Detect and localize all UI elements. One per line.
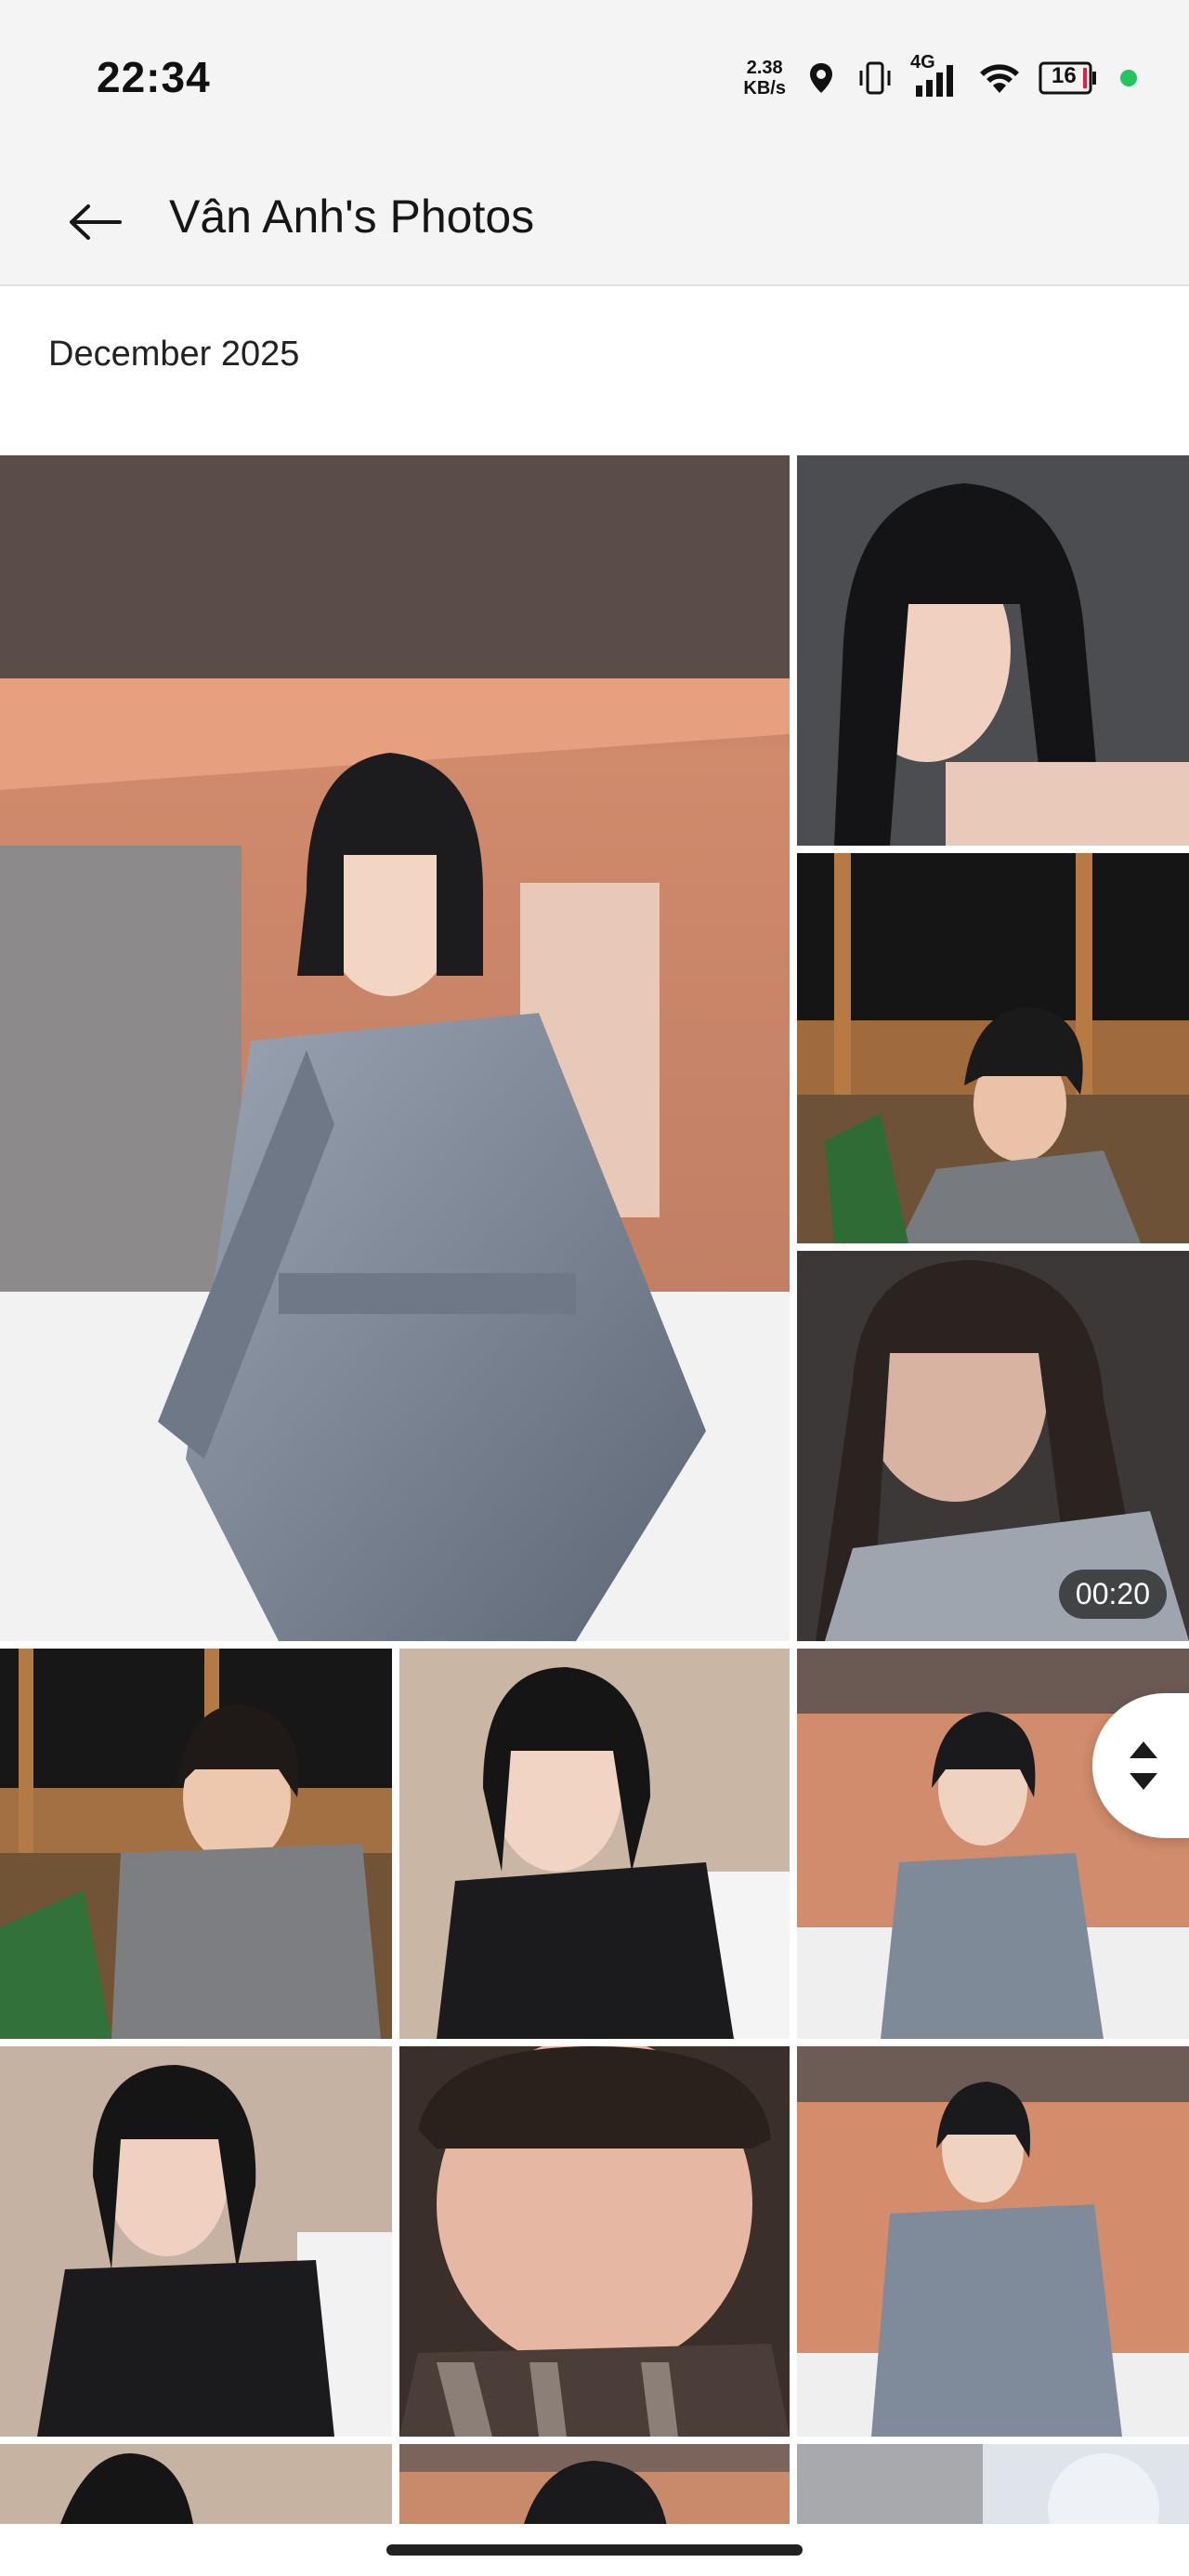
photo-thumbnail[interactable] [0, 455, 790, 1641]
photo-thumbnail[interactable] [797, 455, 1189, 846]
photo-thumbnail[interactable] [399, 2046, 790, 2437]
back-button[interactable] [56, 182, 136, 262]
status-time: 22:34 [97, 53, 211, 101]
video-thumbnail[interactable]: 00:20 [797, 1251, 1189, 1641]
photo-thumbnail[interactable] [797, 2046, 1189, 2437]
video-duration-badge: 00:20 [1058, 1570, 1167, 1619]
photo-thumbnail[interactable] [797, 2444, 1189, 2537]
arrow-left-icon [70, 204, 122, 240]
wifi-icon [977, 58, 1022, 99]
photo-thumbnail[interactable] [0, 2444, 392, 2537]
photo-thumbnail[interactable] [399, 1649, 790, 2039]
battery-icon: 16 [1039, 58, 1098, 99]
status-bar: 22:34 2.38 KB/s 4G 16 [0, 0, 1189, 149]
photo-thumbnail[interactable] [399, 2444, 790, 2537]
vibrate-icon [856, 58, 894, 99]
status-icons: 2.38 KB/s 4G 16 [743, 52, 1137, 104]
photo-thumbnail[interactable] [797, 853, 1189, 1243]
home-indicator[interactable] [386, 2544, 803, 2556]
page-title: Vân Anh's Photos [169, 191, 535, 243]
network-speed: 2.38 KB/s [743, 58, 786, 99]
location-icon [803, 58, 840, 99]
up-down-arrows-icon [1130, 1741, 1157, 1790]
section-date-header: December 2025 [48, 335, 300, 374]
app-bar: Vân Anh's Photos [0, 149, 1189, 286]
signal-icon: 4G [910, 52, 960, 99]
photo-thumbnail[interactable] [0, 2046, 392, 2437]
privacy-dot [1120, 70, 1137, 86]
photo-thumbnail[interactable] [0, 1649, 392, 2039]
